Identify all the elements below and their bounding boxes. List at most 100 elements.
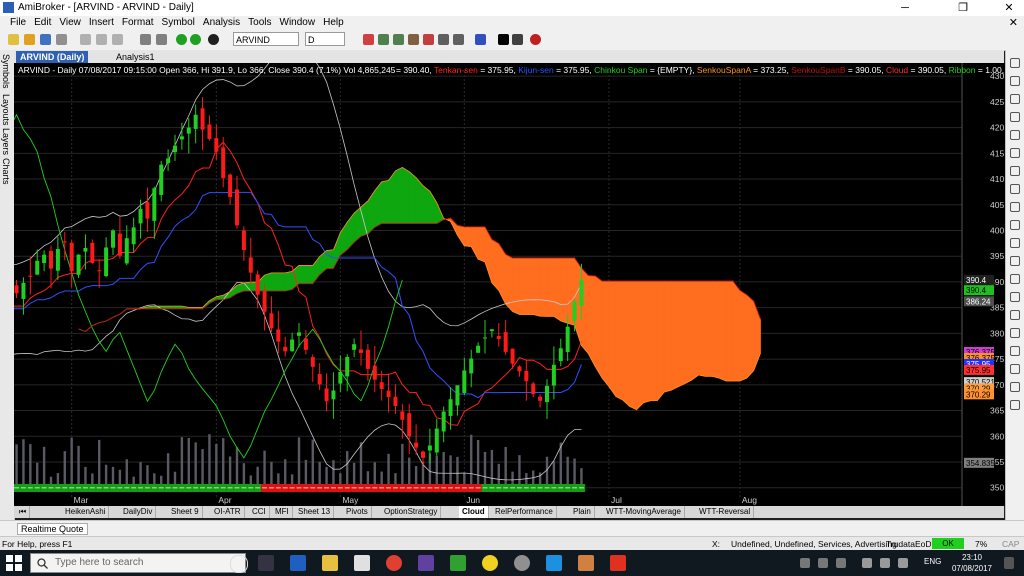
file-explorer-icon[interactable]: [322, 555, 338, 571]
fibonacci-icon[interactable]: [1010, 238, 1020, 248]
close-button[interactable]: ✕: [994, 0, 1024, 16]
media-app-icon[interactable]: [578, 555, 594, 571]
menu-symbol[interactable]: Symbol: [158, 16, 199, 30]
sheet-tab[interactable]: DailyDiv: [120, 506, 157, 518]
red-app-icon[interactable]: [610, 555, 626, 571]
arc-icon[interactable]: [1010, 220, 1020, 230]
tray-chevron-icon[interactable]: [836, 558, 846, 568]
pen-icon[interactable]: [498, 34, 509, 45]
menu-format[interactable]: Format: [118, 16, 158, 30]
print-icon[interactable]: [56, 34, 67, 45]
back-icon[interactable]: [176, 34, 187, 45]
vertical-line-icon[interactable]: [1010, 94, 1020, 104]
channel-icon[interactable]: [1010, 166, 1020, 176]
edge-icon[interactable]: [290, 555, 306, 571]
document-close-button[interactable]: ✕: [1009, 16, 1018, 30]
sheet-tab[interactable]: Pivots: [343, 506, 372, 518]
ellipse-icon[interactable]: [1010, 202, 1020, 212]
forward-icon[interactable]: [190, 34, 201, 45]
magnet-icon[interactable]: [530, 34, 541, 45]
cortana-mic-icon[interactable]: [230, 555, 248, 573]
sheet-tab[interactable]: Sheet 13: [295, 506, 335, 518]
layout-icon[interactable]: [438, 34, 449, 45]
trendline-icon[interactable]: [512, 34, 523, 45]
paste-icon[interactable]: [112, 34, 123, 45]
teamviewer-icon[interactable]: [546, 555, 562, 571]
copy-icon[interactable]: [96, 34, 107, 45]
sheet-tab[interactable]: Cloud: [459, 506, 489, 518]
sheet-tab[interactable]: HeikenAshi: [62, 506, 110, 518]
tab-charts[interactable]: Charts: [1, 158, 11, 185]
minimize-button[interactable]: ─: [890, 0, 920, 16]
emoji-app-icon[interactable]: [482, 555, 498, 571]
arrow-icon[interactable]: [1010, 292, 1020, 302]
tray-battery-icon[interactable]: [862, 558, 872, 568]
menu-help[interactable]: Help: [319, 16, 348, 30]
menu-file[interactable]: File: [6, 16, 30, 30]
interval-combo[interactable]: D: [305, 32, 345, 46]
sheet-tab[interactable]: OptionStrategy: [381, 506, 442, 518]
taskbar-search-input[interactable]: Type here to search: [30, 553, 246, 573]
horizontal-line-icon[interactable]: [1010, 112, 1020, 122]
draw-line-icon[interactable]: [475, 34, 486, 45]
gann-icon[interactable]: [1010, 256, 1020, 266]
windows-start-icon[interactable]: [6, 555, 22, 571]
menu-window[interactable]: Window: [276, 16, 320, 30]
sheet-tab[interactable]: RelPerformance: [492, 506, 557, 518]
green-app-icon[interactable]: [450, 555, 466, 571]
tab-realtime-quote[interactable]: Realtime Quote: [17, 523, 88, 535]
cut-icon[interactable]: [80, 34, 91, 45]
redo-icon[interactable]: [156, 34, 167, 45]
chart-type-icon[interactable]: [363, 34, 374, 45]
symbol-combo[interactable]: ARVIND: [233, 32, 299, 46]
save-icon[interactable]: [40, 34, 51, 45]
pitchfork-icon[interactable]: [1010, 310, 1020, 320]
tab-chart-arvind[interactable]: ARVIND (Daily): [16, 51, 89, 63]
menu-insert[interactable]: Insert: [85, 16, 118, 30]
sell-arrow-icon[interactable]: [1010, 382, 1020, 392]
info-icon[interactable]: [208, 34, 219, 45]
zoom-icon[interactable]: [1010, 346, 1020, 356]
task-view-icon[interactable]: [258, 555, 274, 571]
amibroker-taskbar-icon[interactable]: [418, 555, 434, 571]
cursor-icon[interactable]: [1010, 58, 1020, 68]
notifications-icon[interactable]: [1004, 557, 1014, 569]
indicator-icon[interactable]: [408, 34, 419, 45]
cycle-icon[interactable]: [1010, 328, 1020, 338]
sheet-tab[interactable]: OI-ATR: [211, 506, 245, 518]
trend-line-icon[interactable]: [1010, 130, 1020, 140]
restore-button[interactable]: ❐: [948, 0, 978, 16]
formula-icon[interactable]: [423, 34, 434, 45]
sheet-tab[interactable]: WTT-MovingAverage: [603, 506, 685, 518]
clock[interactable]: 23:10 07/08/2017: [944, 552, 1000, 574]
properties-icon[interactable]: [453, 34, 464, 45]
menu-view[interactable]: View: [55, 16, 85, 30]
tray-network-icon[interactable]: [818, 558, 828, 568]
buy-arrow-icon[interactable]: [1010, 364, 1020, 374]
language-indicator[interactable]: ENG: [924, 557, 941, 566]
tray-wifi-icon[interactable]: [880, 558, 890, 568]
tab-symbols[interactable]: Symbols: [1, 54, 11, 89]
rectangle-icon[interactable]: [1010, 184, 1020, 194]
open-icon[interactable]: [24, 34, 35, 45]
undo-icon[interactable]: [140, 34, 151, 45]
menu-analysis[interactable]: Analysis: [199, 16, 244, 30]
menu-edit[interactable]: Edit: [30, 16, 55, 30]
tab-analysis1[interactable]: Analysis1: [112, 51, 159, 63]
tab-layouts[interactable]: Layouts: [1, 94, 11, 126]
store-icon[interactable]: [354, 555, 370, 571]
sheet-tab[interactable]: Sheet 9: [168, 506, 203, 518]
zoom-out-icon[interactable]: [393, 34, 404, 45]
menu-tools[interactable]: Tools: [244, 16, 275, 30]
sheet-tab[interactable]: CCI: [249, 506, 270, 518]
delete-icon[interactable]: [1010, 400, 1020, 410]
ray-icon[interactable]: [1010, 148, 1020, 158]
zoom-in-icon[interactable]: [378, 34, 389, 45]
chart-pane[interactable]: 350 355 360 365 370 375 380 385 390.4 395 400 405 41…: [0, 42, 1020, 506]
sheet-tab[interactable]: WTT-Reversal: [696, 506, 755, 518]
sheet-nav-first[interactable]: ⏮: [16, 506, 31, 518]
tab-layers[interactable]: Layers: [1, 128, 11, 155]
sheet-tab[interactable]: MFI: [272, 506, 293, 518]
text-icon[interactable]: [1010, 274, 1020, 284]
crosshair-icon[interactable]: [1010, 76, 1020, 86]
